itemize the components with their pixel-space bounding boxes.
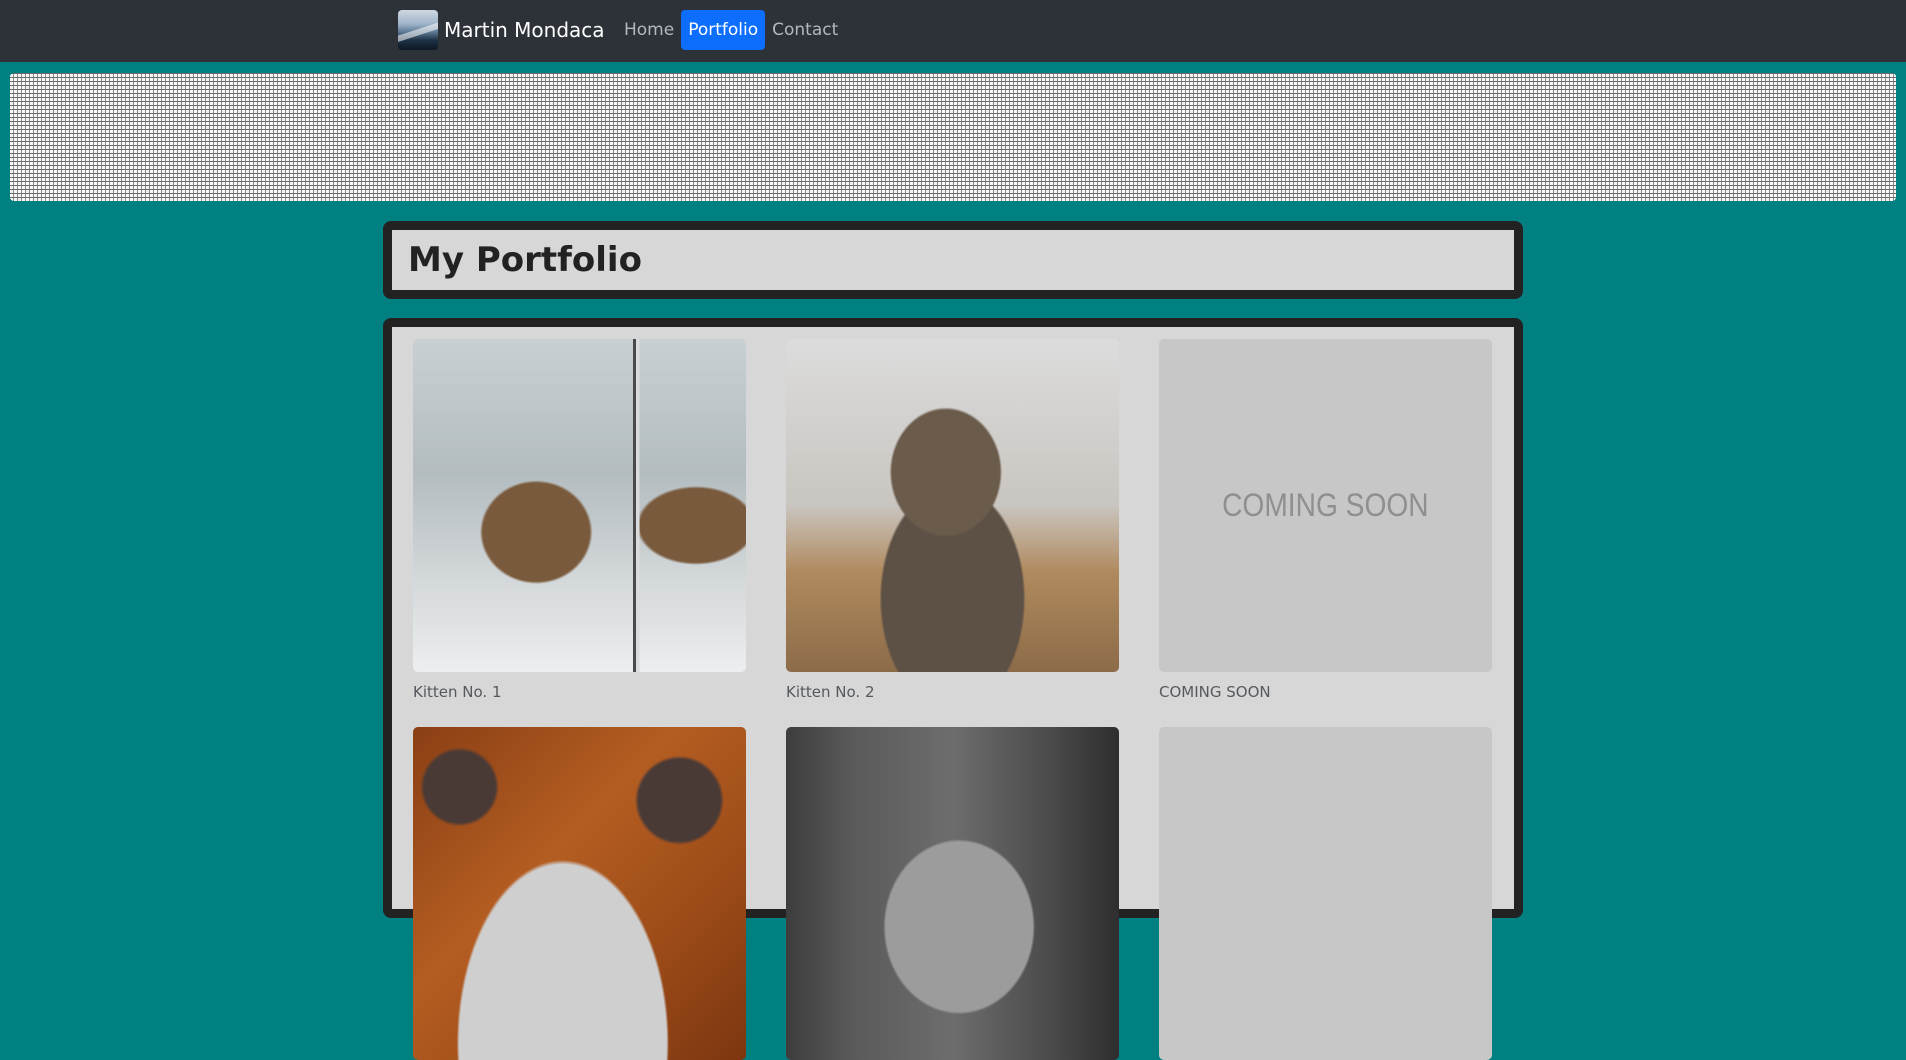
gallery-item[interactable]: [1159, 727, 1492, 1060]
gallery-item[interactable]: Kitten No. 2: [786, 339, 1119, 701]
coming-soon-label: COMING SOON: [1222, 487, 1429, 523]
placeholder-image[interactable]: [1159, 727, 1492, 1060]
kitten-photo[interactable]: [786, 339, 1119, 672]
gallery-item[interactable]: COMING SOON COMING SOON: [1159, 339, 1492, 701]
nav-link-home[interactable]: Home: [617, 10, 681, 50]
gallery-item[interactable]: [786, 727, 1119, 1060]
kitten-photo[interactable]: [786, 727, 1119, 1060]
gallery-item-caption: COMING SOON: [1159, 683, 1271, 701]
brand-link[interactable]: Martin Mondaca: [398, 10, 605, 50]
brand-name: Martin Mondaca: [444, 18, 605, 42]
nav-link-portfolio[interactable]: Portfolio: [681, 10, 766, 50]
nav-link-contact[interactable]: Contact: [765, 10, 845, 50]
page-title: My Portfolio: [408, 240, 642, 280]
brand-logo: [398, 10, 438, 50]
kitten-photo[interactable]: [413, 727, 746, 1060]
gallery-item-caption: Kitten No. 2: [786, 683, 875, 701]
title-card: My Portfolio: [383, 221, 1523, 299]
portfolio-gallery: Kitten No. 1 Kitten No. 2 COMING SOON CO…: [383, 318, 1523, 1060]
gallery-item[interactable]: [413, 727, 746, 1060]
coming-soon-placeholder[interactable]: COMING SOON: [1159, 339, 1492, 672]
gallery-item[interactable]: Kitten No. 1: [413, 339, 746, 701]
navbar: Martin Mondaca Home Portfolio Contact: [0, 0, 1906, 62]
kitten-photo[interactable]: [413, 339, 746, 672]
pattern-banner: [10, 73, 1896, 201]
nav-links: Home Portfolio Contact: [617, 10, 845, 50]
gallery-item-caption: Kitten No. 1: [413, 683, 502, 701]
